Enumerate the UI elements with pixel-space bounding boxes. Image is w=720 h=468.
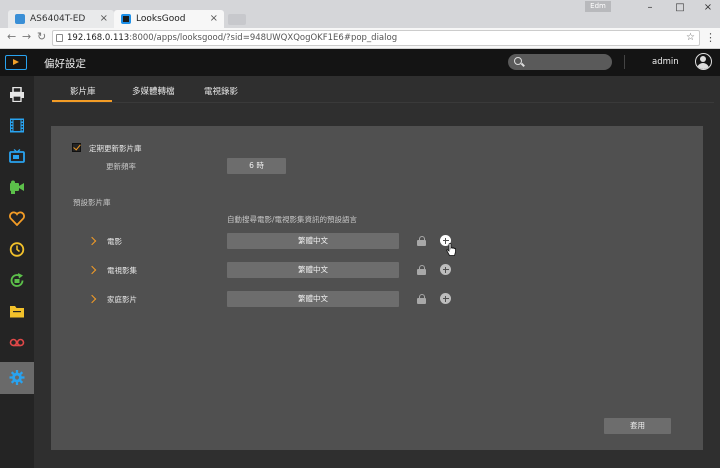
reload-icon[interactable]: ↻: [37, 30, 46, 43]
address-bar-row: ← → ↻ 192.168.0.113:8000/apps/looksgood/…: [0, 28, 720, 49]
library-name-home-videos: 家庭影片: [107, 295, 137, 304]
apply-button[interactable]: 套用: [604, 418, 671, 434]
library-name-movies: 電影: [107, 237, 122, 246]
looksgood-logo-icon[interactable]: [5, 55, 27, 70]
language-select-home-videos[interactable]: 繁體中文: [227, 291, 399, 307]
browser-tab-title: AS6404T-ED: [30, 14, 86, 24]
heart-icon: [9, 211, 25, 226]
avatar-icon[interactable]: [695, 53, 712, 70]
url-host: 192.168.0.113: [67, 33, 130, 43]
language-select-tv-series[interactable]: 繁體中文: [227, 262, 399, 278]
settings-panel: 定期更新影片庫 更新頻率 6 時 預設影片庫 自動搜尋電影/電視影集資訊的預設語…: [51, 126, 703, 450]
page-info-icon[interactable]: [56, 34, 63, 42]
page-title: 偏好設定: [44, 58, 86, 70]
auto-update-label: 定期更新影片庫: [89, 144, 142, 153]
sidebar-item-recent[interactable]: [0, 234, 34, 265]
hand-cursor-icon: [446, 243, 456, 256]
close-tab-icon[interactable]: ×: [100, 10, 108, 28]
expand-chevron-icon[interactable]: [87, 294, 97, 304]
language-column-label: 自動搜尋電影/電視影集資訊的預設語言: [227, 215, 358, 224]
language-select-movies[interactable]: 繁體中文: [227, 233, 399, 249]
url-path: :8000/apps/looksgood/?sid=948UWQXQogOKF1…: [129, 33, 398, 43]
sidebar-item-favorites[interactable]: [0, 203, 34, 234]
browser-tab-looksgood[interactable]: LooksGood ×: [114, 10, 224, 28]
minimize-icon[interactable]: –: [640, 2, 660, 13]
frequency-select[interactable]: 6 時: [227, 158, 286, 174]
lock-icon[interactable]: [417, 265, 426, 275]
sidebar-item-transcode[interactable]: [0, 265, 34, 296]
sidebar-item-folders[interactable]: [0, 296, 34, 327]
sidebar-item-settings[interactable]: [0, 362, 34, 394]
browser-tab-as6404t[interactable]: AS6404T-ED ×: [8, 10, 114, 28]
settings-tabs: 影片庫 多媒體轉檔 電視錄影: [34, 76, 720, 103]
url-input[interactable]: 192.168.0.113:8000/apps/looksgood/?sid=9…: [52, 30, 700, 46]
auto-update-checkbox[interactable]: [72, 143, 81, 152]
nas-favicon-icon: [15, 14, 25, 24]
search-icon: [514, 57, 522, 65]
tab-divider: [52, 102, 714, 103]
close-tab-icon[interactable]: ×: [210, 10, 218, 28]
lock-icon[interactable]: [417, 236, 426, 246]
window-close-icon[interactable]: ×: [698, 2, 718, 13]
bookmark-star-icon[interactable]: ☆: [686, 31, 695, 45]
username-label[interactable]: admin: [652, 57, 679, 67]
new-tab-button[interactable]: [228, 14, 246, 25]
maximize-icon[interactable]: □: [670, 2, 690, 13]
camcorder-icon: [10, 180, 24, 194]
frequency-label: 更新頻率: [106, 162, 136, 171]
search-input[interactable]: [508, 54, 612, 70]
browser-profile-badge[interactable]: Edm: [585, 1, 611, 12]
printer-icon: [10, 87, 24, 102]
lock-icon[interactable]: [417, 294, 426, 304]
sidebar-item-movies[interactable]: [0, 110, 34, 141]
sidebar-item-home-videos[interactable]: [0, 172, 34, 203]
recorder-icon: [9, 338, 25, 347]
expand-chevron-icon[interactable]: [87, 236, 97, 246]
tv-icon: [9, 149, 25, 163]
folder-icon: [10, 306, 24, 318]
browser-menu-icon[interactable]: ⋮: [705, 31, 716, 44]
refresh-icon: [10, 273, 24, 287]
add-folder-icon[interactable]: [440, 264, 451, 275]
gear-icon: [9, 370, 25, 385]
add-folder-icon[interactable]: [440, 293, 451, 304]
looksgood-favicon-icon: [121, 14, 131, 24]
header-divider: [624, 55, 625, 69]
main-content: 影片庫 多媒體轉檔 電視錄影 定期更新影片庫 更新頻率 6 時 預設影片庫 自動…: [34, 76, 720, 468]
library-section-label: 預設影片庫: [73, 198, 111, 207]
tab-transcoding[interactable]: 多媒體轉檔: [132, 85, 175, 97]
app-header: 偏好設定 admin: [0, 49, 720, 76]
library-name-tv-series: 電視影集: [107, 266, 137, 275]
film-icon: [10, 118, 24, 133]
sidebar-item-recordings[interactable]: [0, 327, 34, 358]
back-arrow-icon[interactable]: ←: [7, 30, 16, 43]
forward-arrow-icon[interactable]: →: [22, 30, 31, 43]
browser-tab-title: LooksGood: [136, 14, 186, 24]
clock-icon: [9, 242, 25, 257]
sidebar-item-printer[interactable]: [0, 79, 34, 110]
tab-tv-recording[interactable]: 電視錄影: [204, 85, 238, 97]
browser-tab-bar: AS6404T-ED × LooksGood × Edm – □ ×: [0, 0, 720, 28]
expand-chevron-icon[interactable]: [87, 265, 97, 275]
sidebar-item-tv[interactable]: [0, 141, 34, 172]
tab-video-library[interactable]: 影片庫: [70, 85, 96, 97]
sidebar: [0, 76, 34, 468]
